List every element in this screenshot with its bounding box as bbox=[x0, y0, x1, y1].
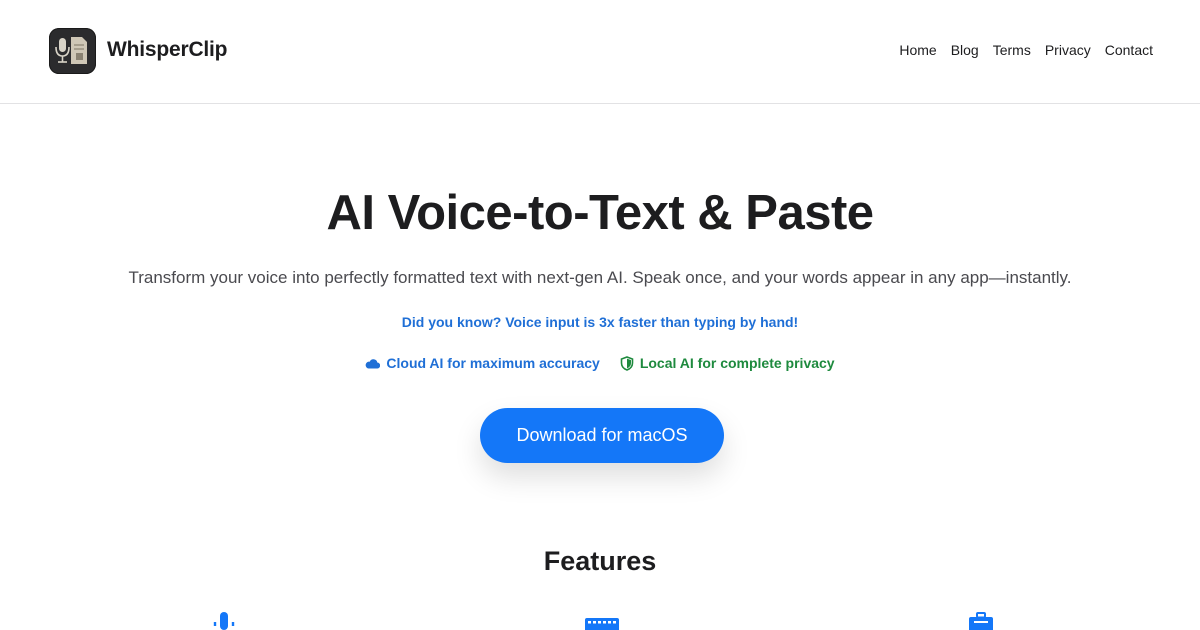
local-ai-label: Local AI for complete privacy bbox=[639, 355, 835, 371]
app-logo[interactable] bbox=[49, 28, 96, 74]
cloud-ai-label: Cloud AI for maximum accuracy bbox=[386, 355, 600, 371]
local-ai-badge: Local AI for complete privacy bbox=[620, 355, 835, 371]
download-macos-button[interactable]: Download for macOS bbox=[480, 408, 724, 463]
nav-link-home[interactable]: Home bbox=[899, 42, 936, 58]
features-heading: Features bbox=[543, 546, 657, 576]
cloud-ai-badge: Cloud AI for maximum accuracy bbox=[365, 355, 600, 371]
site-header: WhisperClip Home Blog Terms Privacy Cont… bbox=[0, 0, 1200, 104]
nav-link-contact[interactable]: Contact bbox=[1105, 42, 1153, 58]
hero-title: AI Voice-to-Text & Paste bbox=[326, 186, 874, 240]
hero-subtitle: Transform your voice into perfectly form… bbox=[128, 268, 1072, 287]
brand-name[interactable]: WhisperClip bbox=[107, 38, 228, 62]
nav-link-privacy[interactable]: Privacy bbox=[1045, 42, 1091, 58]
ai-mode-badges: Cloud AI for maximum accuracy Local AI f… bbox=[0, 355, 1200, 371]
microphone-icon bbox=[213, 612, 235, 630]
keyboard-icon bbox=[585, 618, 619, 630]
shield-icon bbox=[620, 355, 634, 371]
nav-link-terms[interactable]: Terms bbox=[993, 42, 1031, 58]
main-nav: Home Blog Terms Privacy Contact bbox=[899, 42, 1153, 58]
nav-link-blog[interactable]: Blog bbox=[951, 42, 979, 58]
cloud-icon bbox=[366, 358, 381, 369]
clipboard-icon bbox=[969, 612, 993, 630]
fact-callout: Did you know? Voice input is 3x faster t… bbox=[401, 314, 799, 330]
microphone-document-icon bbox=[55, 37, 87, 64]
